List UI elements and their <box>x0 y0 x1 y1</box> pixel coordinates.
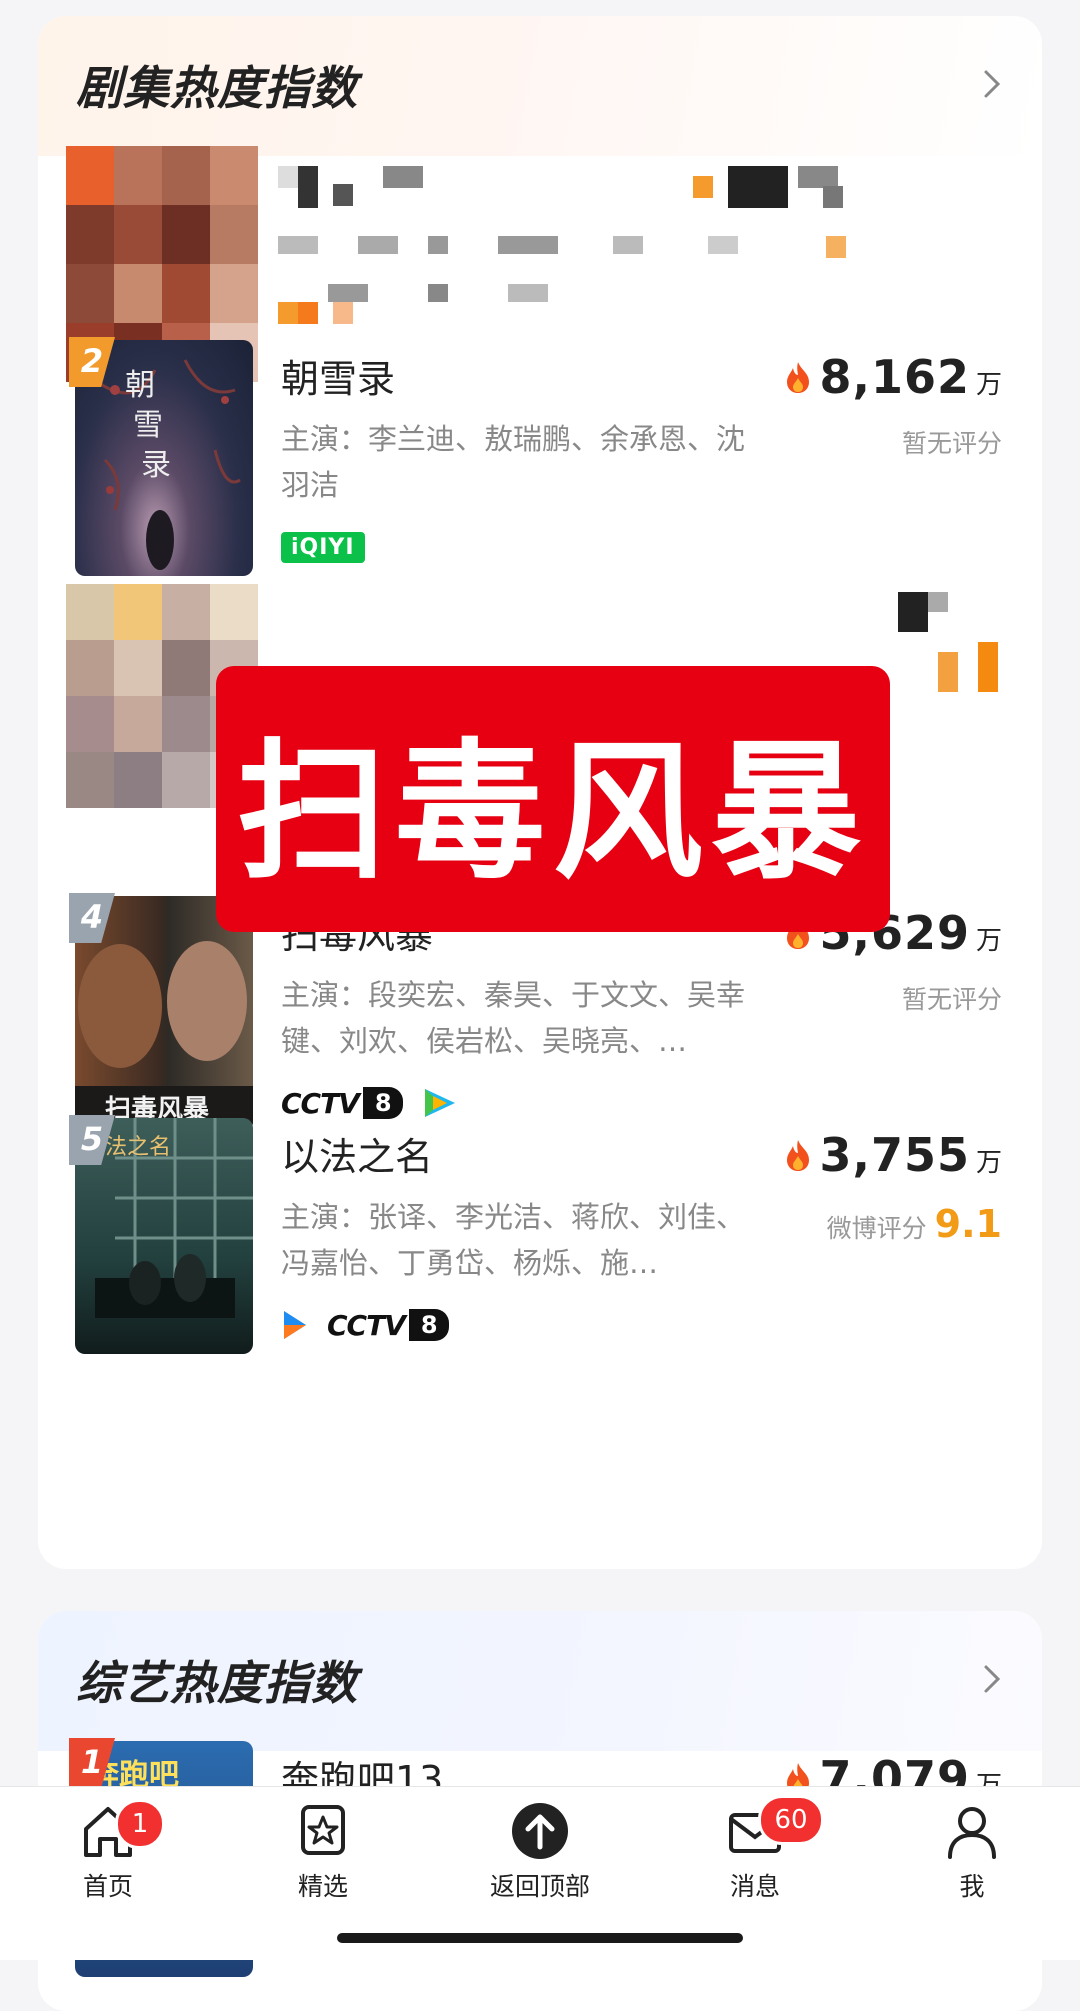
variety-card-header[interactable]: 综艺热度指数 <box>38 1611 1042 1751</box>
notification-badge: 60 <box>758 1795 824 1845</box>
heat-unit: 万 <box>975 926 1002 956</box>
heat-unit: 万 <box>975 1148 1002 1178</box>
score-value: 9.1 <box>934 1202 1002 1246</box>
tab-label: 我 <box>959 1872 985 1901</box>
bottom-tab-bar: 首页 1 精选 返回顶部 消息 60 我 <box>0 1786 1080 1960</box>
drama-row-5[interactable]: 以法之名 5 以法之名 主演：张译、李光洁、蒋欣、刘佳、冯嘉怡、丁勇岱、杨烁、施… <box>38 1115 1042 1358</box>
drama-row-2[interactable]: 朝 雪 录 2 朝雪录 主演：李兰迪、敖瑞鹏、余承恩、沈羽洁 iQIYI 8,1… <box>38 337 1042 580</box>
score-label: 暂无评分 <box>901 985 1002 1014</box>
tab-messages[interactable]: 消息 60 <box>680 1795 830 1903</box>
tencent-video-icon <box>424 1089 455 1117</box>
drama-cast: 主演：段奕宏、秦昊、于文文、吴幸键、刘欢、侯岩松、吴晓亮、… <box>281 978 746 1058</box>
heat-index: 8,162 万 <box>783 350 1002 404</box>
flame-icon <box>787 362 810 393</box>
tab-home[interactable]: 首页 1 <box>33 1799 183 1903</box>
overlay-title-banner: 扫毒风暴 <box>216 666 890 932</box>
cctv8-logo: CCTV 8 <box>327 1309 449 1342</box>
platform-logos: CCTV 8 <box>281 1308 449 1342</box>
pixelated-text <box>278 166 1008 346</box>
drama-cast: 主演：李兰迪、敖瑞鹏、余承恩、沈羽洁 <box>281 422 746 502</box>
heat-unit: 万 <box>975 370 1002 400</box>
chevron-right-icon[interactable] <box>978 1659 1006 1699</box>
platform-logos: iQIYI <box>281 530 365 564</box>
drama-section-title: 剧集热度指数 <box>76 61 358 115</box>
score-label: 微博评分 <box>826 1214 927 1243</box>
tab-featured[interactable]: 精选 <box>248 1801 398 1903</box>
drama-card-header[interactable]: 剧集热度指数 <box>38 16 1042 156</box>
drama-cast: 主演：张译、李光洁、蒋欣、刘佳、冯嘉怡、丁勇岱、杨烁、施… <box>281 1200 746 1280</box>
svg-text:朝: 朝 <box>125 368 155 403</box>
heat-value: 3,755 <box>819 1128 970 1182</box>
tab-label: 返回顶部 <box>489 1872 590 1901</box>
tab-label: 消息 <box>729 1872 780 1901</box>
pixelated-text <box>898 592 1008 702</box>
tab-me[interactable]: 我 <box>897 1801 1047 1903</box>
youku-icon <box>284 1311 306 1339</box>
svg-text:雪: 雪 <box>133 408 163 443</box>
tab-back-to-top[interactable]: 返回顶部 <box>465 1801 615 1903</box>
flame-icon <box>787 1140 810 1171</box>
star-badge-icon <box>301 1805 345 1855</box>
platform-logos: CCTV 8 <box>281 1086 459 1120</box>
svg-text:录: 录 <box>141 448 171 483</box>
arrow-up-icon <box>512 1803 568 1859</box>
person-icon <box>948 1807 996 1859</box>
variety-section-title: 综艺热度指数 <box>76 1656 358 1710</box>
score-label: 暂无评分 <box>901 429 1002 458</box>
tab-label: 首页 <box>82 1872 133 1901</box>
score-weibo: 微博评分 9.1 <box>827 1202 1002 1246</box>
heat-index: 3,755 万 <box>783 1128 1002 1182</box>
chevron-right-icon[interactable] <box>978 64 1006 104</box>
drama-title[interactable]: 以法之名 <box>281 1126 433 1181</box>
home-indicator <box>337 1933 743 1943</box>
iqiyi-logo: iQIYI <box>281 531 365 563</box>
drama-title[interactable]: 朝雪录 <box>281 348 395 403</box>
cctv8-logo: CCTV 8 <box>281 1087 403 1120</box>
heat-value: 8,162 <box>819 350 970 404</box>
notification-badge: 1 <box>115 1799 165 1849</box>
drama-row-4[interactable]: 扫毒风暴 4 扫毒风暴 主演：段奕宏、秦昊、于文文、吴幸键、刘欢、侯岩松、吴晓亮… <box>38 893 1042 1136</box>
tab-label: 精选 <box>297 1872 348 1901</box>
